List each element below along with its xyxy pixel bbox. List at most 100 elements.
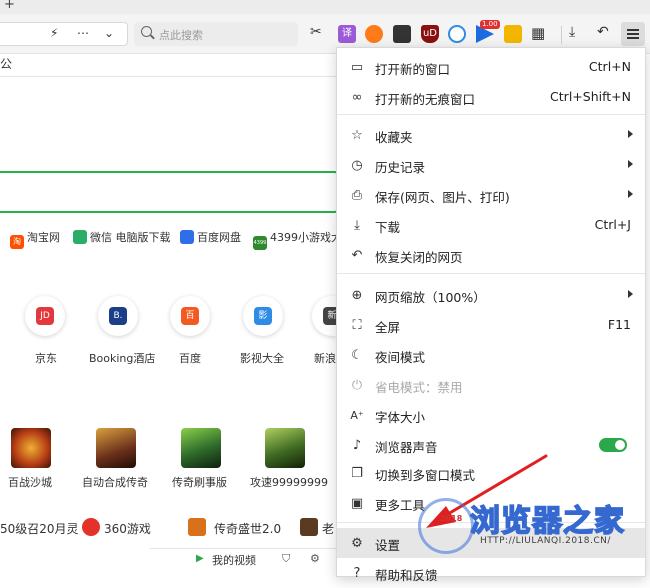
download-icon: ⤓ xyxy=(354,218,360,233)
menu-item-browser-sound[interactable]: ♪ 浏览器声音 xyxy=(337,430,645,460)
game-label-2: 自动合成传奇 xyxy=(82,476,148,489)
game-tile-4[interactable] xyxy=(265,428,305,468)
new-tab-icon[interactable]: + xyxy=(4,0,15,12)
grid-icon[interactable]: ▦ xyxy=(531,24,545,42)
multi-window-icon: ❐ xyxy=(351,466,363,481)
booking-icon: B. xyxy=(109,307,127,325)
game-tile-2[interactable] xyxy=(96,428,136,468)
game-label-4: 攻速99999999 xyxy=(250,476,328,489)
menu-item-restore-closed[interactable]: ↶ 恢复关闭的网页 xyxy=(337,240,645,270)
taobao-icon: 淘 xyxy=(10,235,24,249)
star-icon: ☆ xyxy=(351,128,363,143)
menu-item-fullscreen[interactable]: ⛶ 全屏 F11 xyxy=(337,310,645,340)
old-game-icon xyxy=(300,518,318,536)
site-tile-sina[interactable]: 新 xyxy=(312,296,336,336)
video-icon: 影 xyxy=(254,307,272,325)
search-placeholder: 点此搜索 xyxy=(159,29,203,42)
translate-icon[interactable]: 译 xyxy=(338,25,356,43)
submenu-arrow-icon xyxy=(628,130,633,138)
menu-item-history[interactable]: ◷ 历史记录 xyxy=(337,150,645,180)
quick-link-taobao[interactable]: 淘淘宝网 xyxy=(10,229,60,249)
bottom-link-4[interactable]: 老 xyxy=(322,520,334,537)
game-label-3: 传奇刷事版 xyxy=(172,476,227,489)
page-text-fragment: 公 xyxy=(0,57,13,71)
submenu-arrow-icon xyxy=(628,290,633,298)
watermark-url: HTTP://LIULANQI.2018.CN/ xyxy=(480,536,611,546)
menu-item-multi-window[interactable]: ❐ 切换到多窗口模式 xyxy=(337,458,645,488)
site-tile-baidu[interactable]: 百 xyxy=(170,296,210,336)
menu-item-incognito-window[interactable]: ∞ 打开新的无痕窗口 Ctrl+Shift+N xyxy=(337,82,645,112)
plug-icon: ⏻ xyxy=(351,378,363,393)
toolbar-divider xyxy=(561,26,562,44)
menu-item-night-mode[interactable]: ☾ 夜间模式 xyxy=(337,340,645,370)
game-tile-3[interactable] xyxy=(181,428,221,468)
search-icon xyxy=(141,26,152,37)
watermark-logo-icon xyxy=(418,498,474,554)
menu-item-power-saving: ⏻ 省电模式：禁用 xyxy=(337,370,645,400)
scissors-icon[interactable]: ✂ xyxy=(310,24,322,40)
save-icon: ⎙ xyxy=(351,188,363,203)
page-search-box[interactable] xyxy=(0,171,338,213)
lightning-icon[interactable]: ⚡ xyxy=(50,26,58,40)
fullscreen-icon: ⛶ xyxy=(352,318,362,333)
tab-strip: + xyxy=(0,0,650,14)
settings-small-icon[interactable]: ⚙ xyxy=(310,552,320,565)
site-label-jd: 京东 xyxy=(35,352,57,365)
sina-icon: 新 xyxy=(323,307,336,325)
baidu-icon: 百 xyxy=(181,307,199,325)
quick-link-wechat[interactable]: 微信 电脑版下载 xyxy=(73,229,171,245)
bottom-link-1[interactable]: 50级召20月灵 xyxy=(0,520,79,537)
ie-icon[interactable] xyxy=(448,25,466,43)
incognito-icon: ∞ xyxy=(351,90,363,105)
help-icon: ? xyxy=(353,566,361,581)
toggle-knob xyxy=(615,440,625,450)
4399-icon: 4399 xyxy=(253,236,267,250)
search-box[interactable]: 点此搜索 xyxy=(134,22,298,46)
site-label-video: 影视大全 xyxy=(240,352,284,365)
menu-item-help[interactable]: ? 帮助和反馈 xyxy=(337,558,645,588)
page-footer: ▶ 我的视频 ⛉ ⚙ xyxy=(150,548,340,568)
menu-item-font-size[interactable]: A⁺ 字体大小 xyxy=(337,400,645,430)
page-divider xyxy=(0,76,340,77)
site-tile-video[interactable]: 影 xyxy=(243,296,283,336)
site-tile-jd[interactable]: JD xyxy=(25,296,65,336)
bottom-link-2[interactable]: 360游戏 xyxy=(104,520,151,537)
more-icon[interactable]: ⋯ xyxy=(77,26,89,40)
menu-item-favorites[interactable]: ☆ 收藏夹 xyxy=(337,120,645,150)
360-game-icon xyxy=(82,518,100,536)
undo-icon: ↶ xyxy=(351,248,363,263)
quick-link-baidu-pan[interactable]: 百度网盘 xyxy=(180,229,241,245)
site-label-baidu: 百度 xyxy=(179,352,201,365)
clock-icon: ◷ xyxy=(351,158,363,173)
quick-link-4399[interactable]: 4399 4399小游戏大 xyxy=(253,229,342,250)
my-video-link[interactable]: 我的视频 xyxy=(212,552,256,568)
download-icon[interactable]: ⤓ xyxy=(569,24,575,40)
undo-icon[interactable]: ↶ xyxy=(597,24,609,40)
toolbox-icon: ▣ xyxy=(350,496,364,511)
menu-item-save[interactable]: ⎙ 保存(网页、图片、打印) xyxy=(337,180,645,210)
hamburger-icon xyxy=(627,29,639,31)
main-menu-button[interactable] xyxy=(621,22,645,46)
sound-toggle[interactable] xyxy=(599,438,627,452)
game-label-1: 百战沙城 xyxy=(8,476,52,489)
bottom-link-3[interactable]: 传奇盛世2.0 xyxy=(214,520,281,537)
baidu-pan-icon xyxy=(180,230,194,244)
extension-badge: 1.00 xyxy=(480,20,500,29)
video-icon: ▶ xyxy=(196,553,204,564)
window-icon: ▭ xyxy=(350,60,364,75)
watermark-year: 2018 xyxy=(440,514,463,523)
shield-icon[interactable]: ⛉ xyxy=(282,552,290,566)
site-tile-booking[interactable]: B. xyxy=(98,296,138,336)
address-bar[interactable]: ⚡ ⋯ ⌄ xyxy=(0,22,128,46)
wechat-icon xyxy=(73,230,87,244)
jd-icon: JD xyxy=(36,307,54,325)
game-extension-icon[interactable] xyxy=(365,25,383,43)
ublock-icon[interactable]: uD xyxy=(421,25,439,43)
chevron-down-icon[interactable]: ⌄ xyxy=(104,26,114,40)
menu-item-zoom[interactable]: ⊕ 网页缩放（100%） xyxy=(337,280,645,310)
menu-item-new-window[interactable]: ▭ 打开新的窗口 Ctrl+N xyxy=(337,52,645,82)
menu-item-downloads[interactable]: ⤓ 下载 Ctrl+J xyxy=(337,210,645,240)
bolt-extension-icon[interactable] xyxy=(504,25,522,43)
game-tile-1[interactable] xyxy=(11,428,51,468)
reader-icon[interactable] xyxy=(393,25,411,43)
